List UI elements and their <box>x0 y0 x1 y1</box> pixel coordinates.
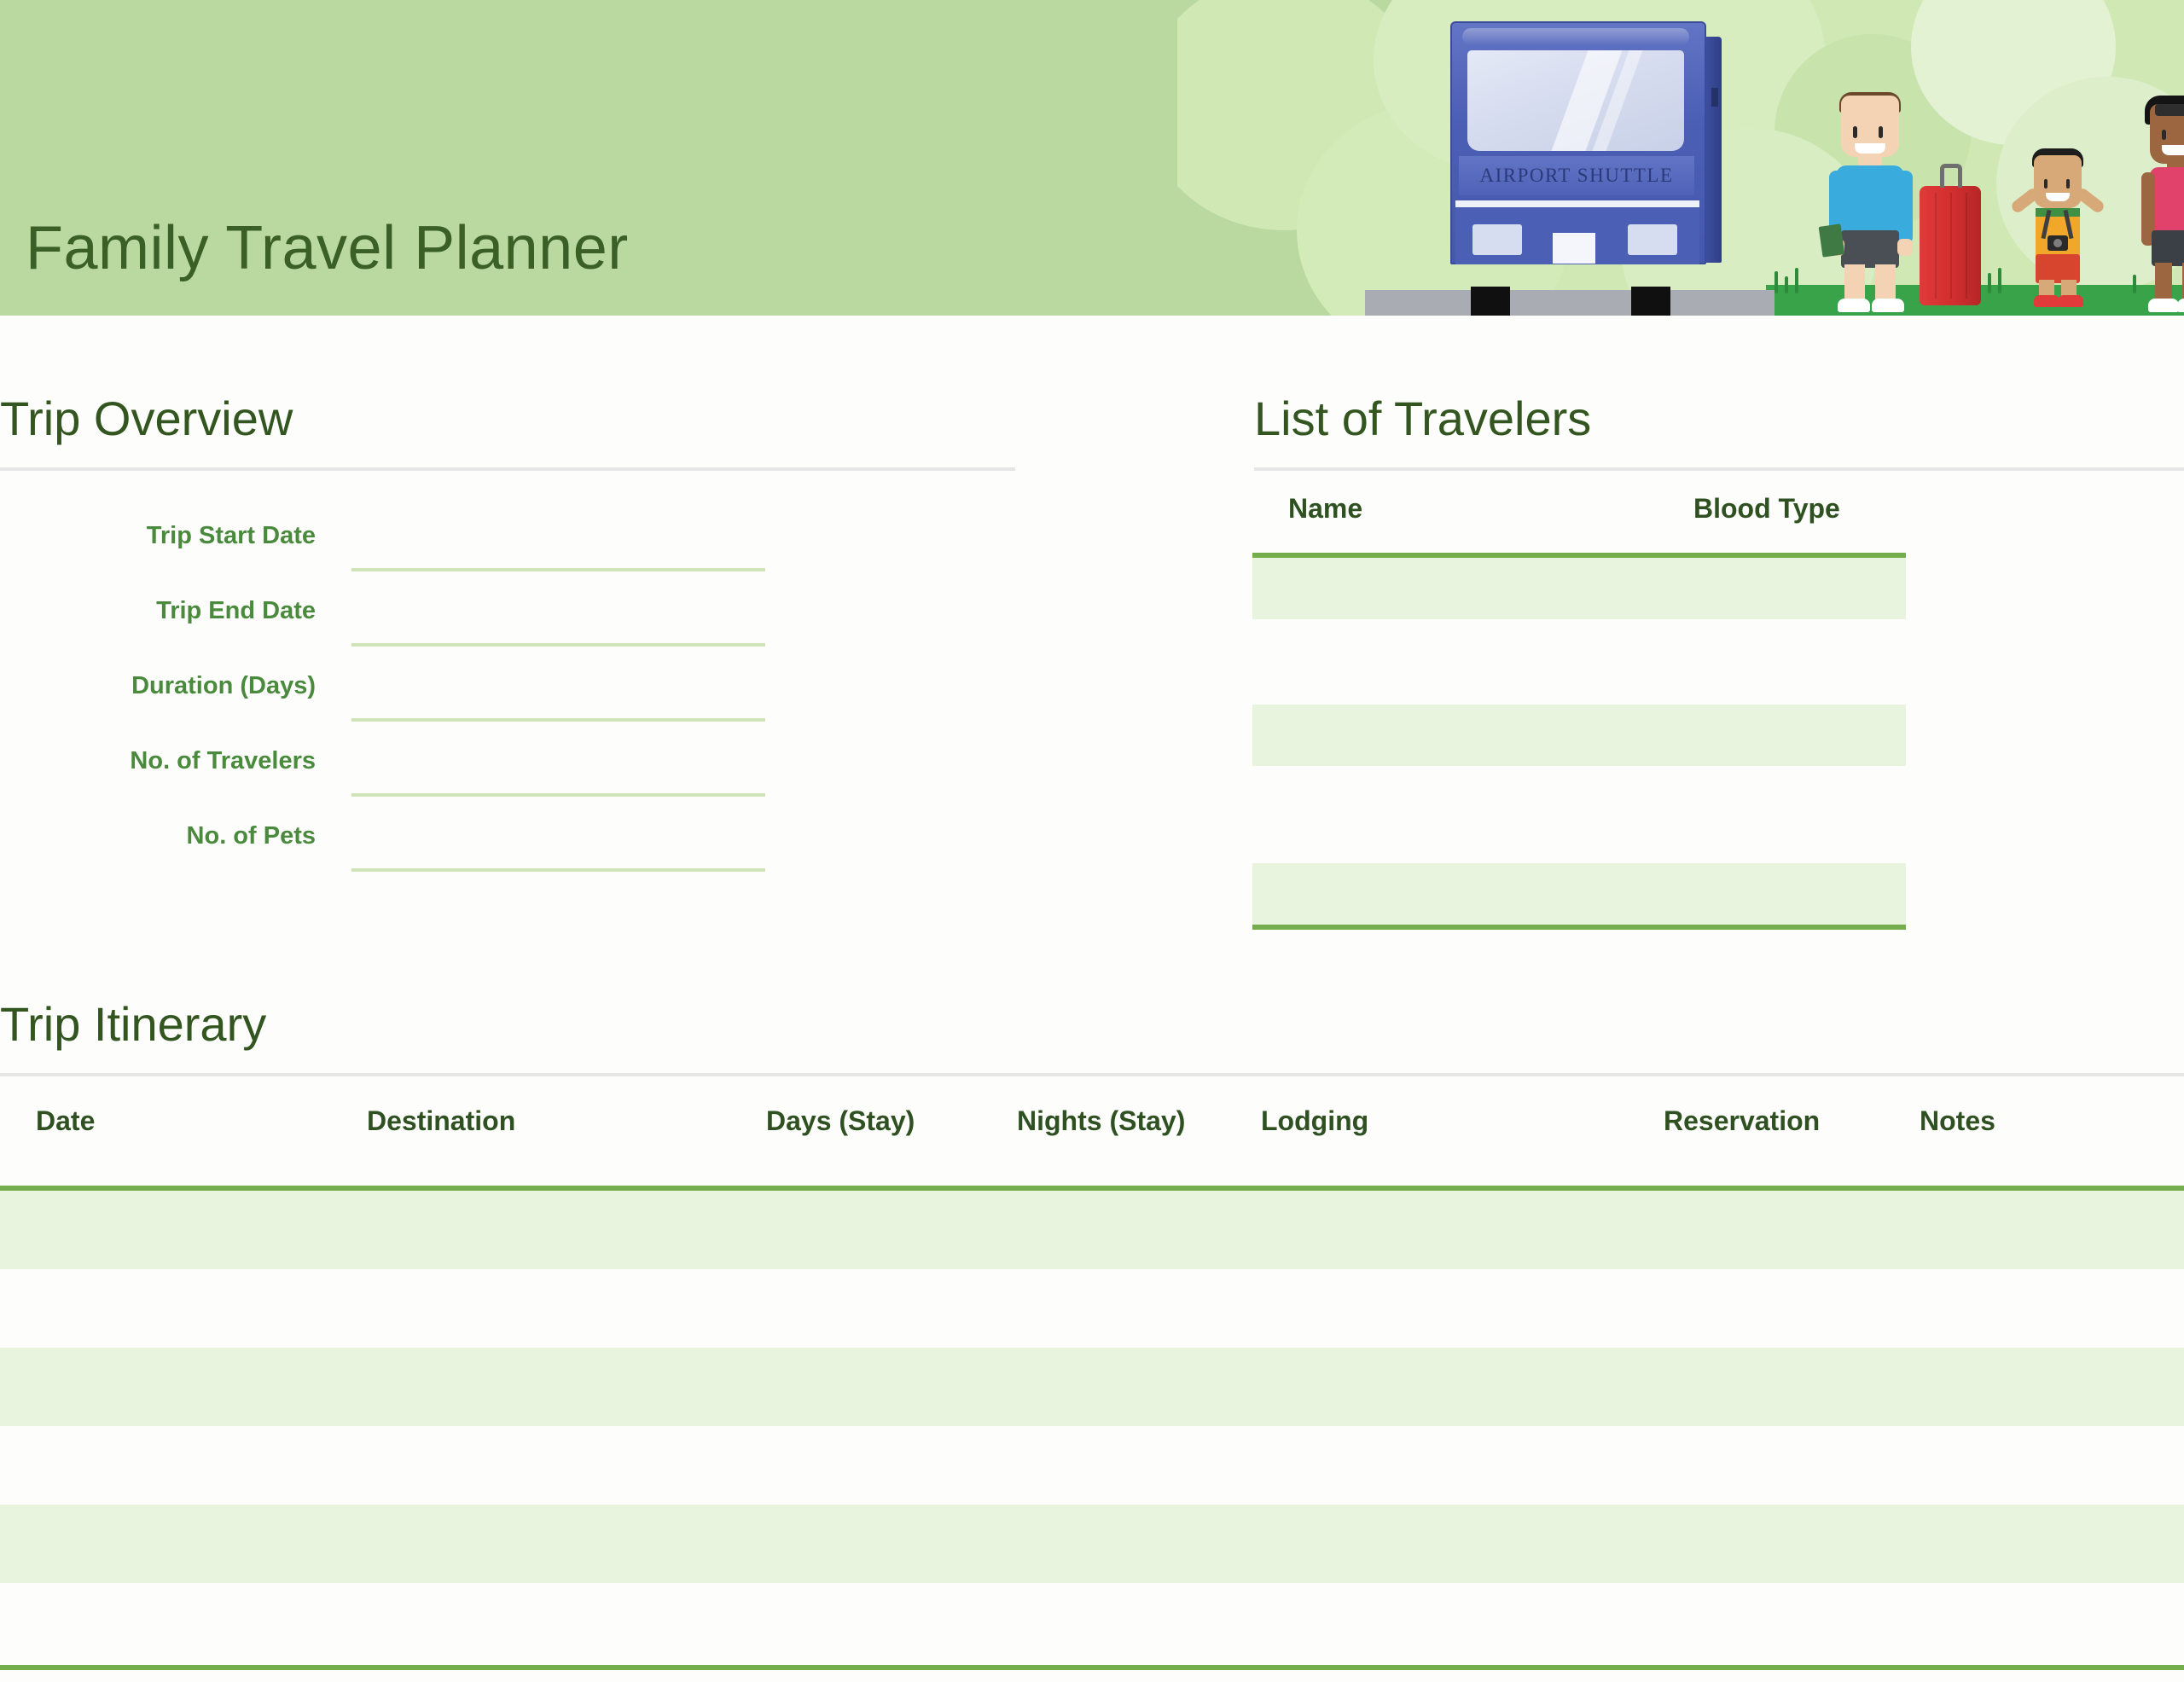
no-of-travelers-input[interactable] <box>351 793 765 797</box>
passport-icon <box>1818 223 1845 258</box>
bus-sign-text: AIRPORT SHUTTLE <box>1479 165 1674 186</box>
itinerary-column-header-destination: Destination <box>367 1105 516 1136</box>
field-label: No. of Travelers <box>130 747 316 774</box>
table-row[interactable] <box>1252 558 1906 619</box>
table-row[interactable] <box>0 1505 2184 1583</box>
table-row[interactable] <box>0 1583 2184 1662</box>
wheel-icon <box>1471 287 1510 316</box>
sunglasses-icon <box>2155 104 2184 116</box>
no-of-pets-input[interactable] <box>351 868 765 872</box>
trip-overview-heading: Trip Overview <box>0 392 293 445</box>
adult-woman-figure <box>2133 96 2184 312</box>
bus-sign: AIRPORT SHUTTLE <box>1459 156 1694 195</box>
headlight-icon <box>1472 224 1522 255</box>
red-suitcase-icon <box>1920 164 1981 305</box>
license-plate <box>1553 233 1595 264</box>
table-row[interactable] <box>0 1426 2184 1505</box>
trip-start-date-input[interactable] <box>351 568 765 571</box>
itinerary-heading: Trip Itinerary <box>0 997 267 1051</box>
itinerary-column-header-lodging: Lodging <box>1261 1105 1369 1136</box>
field-label: No. of Pets <box>186 822 316 850</box>
travelers-table-bottom-border <box>1252 925 1906 930</box>
travel-planner-page: AIRPORT SHUTTLE Family Travel Planner Tr… <box>0 0 2184 1682</box>
travelers-column-header-name: Name <box>1288 493 1363 524</box>
table-row[interactable] <box>1252 863 1906 925</box>
table-row[interactable] <box>0 1269 2184 1348</box>
wheel-icon <box>1631 287 1670 316</box>
itinerary-column-header-days-stay: Days (Stay) <box>766 1105 915 1136</box>
travelers-heading: List of Travelers <box>1254 392 1592 445</box>
field-label: Duration (Days) <box>131 672 316 699</box>
field-label: Trip End Date <box>156 597 316 624</box>
duration-days-input[interactable] <box>351 718 765 722</box>
itinerary-column-header-reservation: Reservation <box>1664 1105 1821 1136</box>
itinerary-column-header-date: Date <box>36 1105 96 1136</box>
itinerary-column-header-notes: Notes <box>1920 1105 1995 1136</box>
trip-overview-divider <box>0 467 1015 471</box>
headlight-icon <box>1628 224 1677 255</box>
page-title: Family Travel Planner <box>26 214 629 282</box>
trip-end-date-input[interactable] <box>351 643 765 647</box>
airport-shuttle-bus-icon: AIRPORT SHUTTLE <box>1450 21 1723 316</box>
table-row[interactable] <box>0 1191 2184 1269</box>
header-illustration: AIRPORT SHUTTLE <box>1177 0 2184 316</box>
itinerary-divider <box>0 1073 2184 1076</box>
travelers-divider <box>1254 467 2184 471</box>
table-row[interactable] <box>1252 705 1906 766</box>
itinerary-table-bottom-border <box>0 1665 2184 1670</box>
travelers-column-header-blood-type: Blood Type <box>1693 493 1840 524</box>
child-boy-figure <box>2003 142 2114 309</box>
adult-man-figure <box>1818 92 1928 312</box>
field-label: Trip Start Date <box>146 522 316 549</box>
table-row[interactable] <box>0 1348 2184 1426</box>
curb-ground <box>1365 290 1774 316</box>
itinerary-column-header-nights-stay: Nights (Stay) <box>1017 1105 1186 1136</box>
